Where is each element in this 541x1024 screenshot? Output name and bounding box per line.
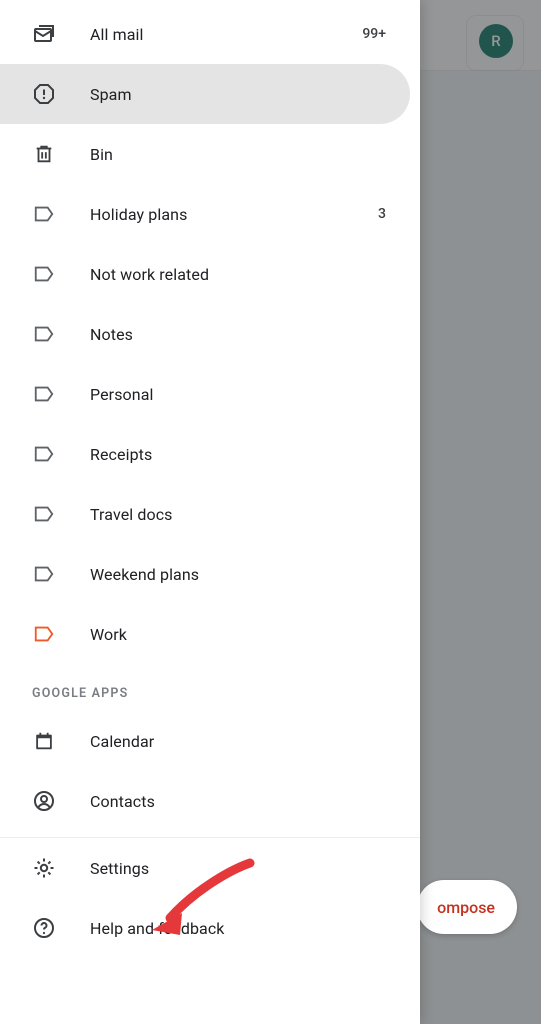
section-header-google-apps: GOOGLE APPS <box>0 664 420 711</box>
spam-icon <box>32 82 56 106</box>
drawer-item-notes[interactable]: Notes <box>0 304 410 364</box>
calendar-icon <box>32 729 56 753</box>
drawer-list: All mail 99+ Spam <box>0 0 420 1024</box>
compose-button[interactable]: ompose <box>417 880 517 934</box>
drawer-item-label: Weekend plans <box>90 565 386 584</box>
label-icon <box>32 502 56 526</box>
label-icon <box>32 622 56 646</box>
drawer-item-spam[interactable]: Spam <box>0 64 410 124</box>
drawer-item-contacts[interactable]: Contacts <box>0 771 410 831</box>
drawer-item-bin[interactable]: Bin <box>0 124 410 184</box>
drawer-item-label: Travel docs <box>90 505 386 524</box>
trash-icon <box>32 142 56 166</box>
drawer-item-label: Notes <box>90 325 386 344</box>
drawer-item-count: 99+ <box>362 26 386 42</box>
drawer-item-label: Personal <box>90 385 386 404</box>
drawer-item-receipts[interactable]: Receipts <box>0 424 410 484</box>
drawer-item-weekend-plans[interactable]: Weekend plans <box>0 544 410 604</box>
drawer-item-label: Holiday plans <box>90 205 378 224</box>
drawer-item-not-work-related[interactable]: Not work related <box>0 244 410 304</box>
label-icon <box>32 562 56 586</box>
help-icon <box>32 916 56 940</box>
drawer-item-count: 3 <box>378 206 386 222</box>
label-icon <box>32 202 56 226</box>
drawer-item-label: Calendar <box>90 732 386 751</box>
drawer-item-calendar[interactable]: Calendar <box>0 711 410 771</box>
label-icon <box>32 262 56 286</box>
label-icon <box>32 382 56 406</box>
drawer-item-label: Contacts <box>90 792 386 811</box>
label-icon <box>32 322 56 346</box>
drawer-item-settings[interactable]: Settings <box>0 838 410 898</box>
drawer-item-label: Settings <box>90 859 386 878</box>
drawer-item-label: Not work related <box>90 265 386 284</box>
drawer-item-label: Help and feedback <box>90 919 386 938</box>
drawer-item-personal[interactable]: Personal <box>0 364 410 424</box>
drawer-item-label: Spam <box>90 85 386 104</box>
nav-drawer: All mail 99+ Spam <box>0 0 420 1024</box>
drawer-item-all-mail[interactable]: All mail 99+ <box>0 4 410 64</box>
drawer-item-work[interactable]: Work <box>0 604 410 664</box>
drawer-item-label: Bin <box>90 145 386 164</box>
drawer-item-label: Work <box>90 625 386 644</box>
gear-icon <box>32 856 56 880</box>
drawer-item-label: All mail <box>90 25 362 44</box>
drawer-item-help[interactable]: Help and feedback <box>0 898 410 958</box>
drawer-item-travel-docs[interactable]: Travel docs <box>0 484 410 544</box>
stacked-mail-icon <box>32 22 56 46</box>
label-icon <box>32 442 56 466</box>
drawer-item-holiday-plans[interactable]: Holiday plans 3 <box>0 184 410 244</box>
contacts-icon <box>32 789 56 813</box>
drawer-item-label: Receipts <box>90 445 386 464</box>
compose-label: ompose <box>437 898 495 917</box>
